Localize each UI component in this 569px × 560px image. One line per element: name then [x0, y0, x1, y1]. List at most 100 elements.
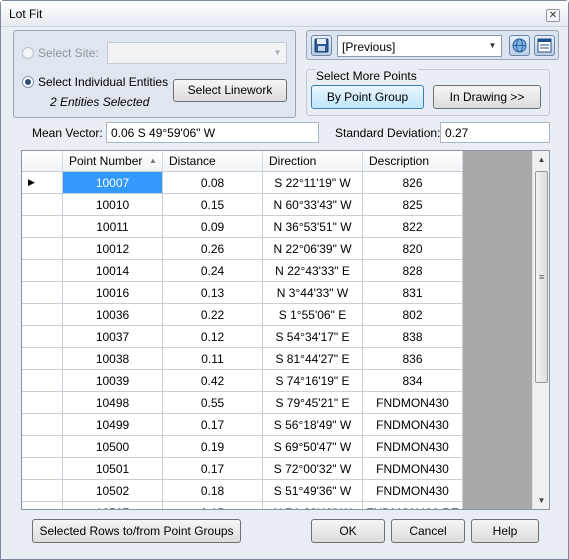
cell-point-number[interactable]: 10007: [63, 172, 163, 194]
cell-point-number[interactable]: 10499: [63, 414, 163, 436]
cell-distance[interactable]: 0.26: [163, 238, 263, 260]
cell-description[interactable]: FNDMON430 RE: [363, 502, 463, 509]
table-row[interactable]: 10014 0.24 N 22°43'33" E 828: [22, 260, 463, 282]
cell-distance[interactable]: 0.08: [163, 172, 263, 194]
cell-distance[interactable]: 0.15: [163, 194, 263, 216]
select-site-radio[interactable]: [22, 47, 34, 59]
row-header[interactable]: [22, 304, 63, 326]
row-header[interactable]: ▶: [22, 172, 63, 194]
cell-direction[interactable]: S 22°11'19" W: [263, 172, 363, 194]
cell-description[interactable]: 836: [363, 348, 463, 370]
cell-point-number[interactable]: 10010: [63, 194, 163, 216]
cell-point-number[interactable]: 10501: [63, 458, 163, 480]
cell-distance[interactable]: 0.42: [163, 370, 263, 392]
preset-dropdown[interactable]: [Previous] ▼: [337, 35, 502, 57]
row-header[interactable]: [22, 480, 63, 502]
cell-direction[interactable]: N 36°53'51" W: [263, 216, 363, 238]
row-header[interactable]: [22, 502, 63, 509]
cell-distance[interactable]: 0.09: [163, 216, 263, 238]
table-row[interactable]: 10038 0.11 S 81°44'27" E 836: [22, 348, 463, 370]
standard-deviation-field[interactable]: 0.27: [440, 122, 550, 143]
row-header[interactable]: [22, 326, 63, 348]
cell-description[interactable]: 820: [363, 238, 463, 260]
cell-direction[interactable]: S 81°44'27" E: [263, 348, 363, 370]
cell-direction[interactable]: S 69°50'47" W: [263, 436, 363, 458]
row-header[interactable]: [22, 436, 63, 458]
cell-point-number[interactable]: 10037: [63, 326, 163, 348]
row-header[interactable]: [22, 392, 63, 414]
cell-direction[interactable]: S 51°49'36" W: [263, 480, 363, 502]
cell-distance[interactable]: 0.24: [163, 260, 263, 282]
scroll-up-icon[interactable]: ▲: [533, 151, 549, 168]
row-header[interactable]: [22, 260, 63, 282]
cell-distance[interactable]: 0.22: [163, 304, 263, 326]
table-row[interactable]: 10039 0.42 S 74°16'19" E 834: [22, 370, 463, 392]
cell-description[interactable]: FNDMON430: [363, 414, 463, 436]
cell-point-number[interactable]: 10016: [63, 282, 163, 304]
cell-description[interactable]: 831: [363, 282, 463, 304]
cell-description[interactable]: 828: [363, 260, 463, 282]
cell-distance[interactable]: 0.11: [163, 348, 263, 370]
row-header[interactable]: [22, 348, 63, 370]
column-header-direction[interactable]: Direction: [263, 151, 363, 171]
table-row[interactable]: 105070.15N 74°38'49" WFNDMON430 RE: [22, 502, 463, 509]
cell-point-number[interactable]: 10038: [63, 348, 163, 370]
table-row[interactable]: 10011 0.09 N 36°53'51" W 822: [22, 216, 463, 238]
close-button[interactable]: ✕: [546, 9, 560, 22]
scrollbar-thumb[interactable]: ≡: [535, 171, 548, 383]
row-header[interactable]: [22, 282, 63, 304]
column-header-distance[interactable]: Distance: [163, 151, 263, 171]
cell-point-number[interactable]: 10039: [63, 370, 163, 392]
cell-description[interactable]: 825: [363, 194, 463, 216]
cell-description[interactable]: 838: [363, 326, 463, 348]
cell-direction[interactable]: N 22°43'33" E: [263, 260, 363, 282]
cell-description[interactable]: 826: [363, 172, 463, 194]
cell-distance[interactable]: 0.12: [163, 326, 263, 348]
table-row[interactable]: 10500 0.19 S 69°50'47" W FNDMON430: [22, 436, 463, 458]
mean-vector-field[interactable]: 0.06 S 49°59'06" W: [106, 122, 319, 143]
help-button[interactable]: Help: [471, 519, 539, 543]
column-header-point-number[interactable]: Point Number ▲: [63, 151, 163, 171]
in-drawing-button[interactable]: In Drawing >>: [433, 85, 541, 109]
select-linework-button[interactable]: Select Linework: [173, 79, 287, 102]
rows-to-point-groups-button[interactable]: Selected Rows to/from Point Groups: [32, 519, 241, 543]
cell-direction[interactable]: S 1°55'06" E: [263, 304, 363, 326]
cell-distance[interactable]: 0.13: [163, 282, 263, 304]
table-row[interactable]: 10012 0.26 N 22°06'39" W 820: [22, 238, 463, 260]
cell-distance[interactable]: 0.15: [163, 502, 263, 509]
points-grid[interactable]: Point Number ▲ Distance Direction Descri…: [21, 150, 550, 510]
cell-direction[interactable]: S 79°45'21" E: [263, 392, 363, 414]
table-row[interactable]: 10499 0.17 S 56°18'49" W FNDMON430: [22, 414, 463, 436]
table-row[interactable]: 10501 0.17 S 72°00'32" W FNDMON430: [22, 458, 463, 480]
cell-description[interactable]: FNDMON430: [363, 436, 463, 458]
table-row[interactable]: 10010 0.15 N 60°33'43" W 825: [22, 194, 463, 216]
list-view-button[interactable]: [534, 35, 555, 56]
cell-distance[interactable]: 0.55: [163, 392, 263, 414]
cell-direction[interactable]: S 56°18'49" W: [263, 414, 363, 436]
cell-distance[interactable]: 0.17: [163, 414, 263, 436]
column-header-description[interactable]: Description: [363, 151, 463, 171]
cell-direction[interactable]: N 74°38'49" W: [263, 502, 363, 509]
cell-point-number[interactable]: 10500: [63, 436, 163, 458]
site-dropdown[interactable]: ▼: [107, 42, 287, 64]
cell-point-number[interactable]: 10011: [63, 216, 163, 238]
table-row[interactable]: 10498 0.55 S 79°45'21" E FNDMON430: [22, 392, 463, 414]
cell-distance[interactable]: 0.18: [163, 480, 263, 502]
cell-point-number[interactable]: 10012: [63, 238, 163, 260]
cell-distance[interactable]: 0.17: [163, 458, 263, 480]
cell-direction[interactable]: S 74°16'19" E: [263, 370, 363, 392]
cell-description[interactable]: 822: [363, 216, 463, 238]
globe-button[interactable]: [509, 35, 530, 56]
row-header[interactable]: [22, 216, 63, 238]
cell-direction[interactable]: N 22°06'39" W: [263, 238, 363, 260]
vertical-scrollbar[interactable]: ▲ ≡ ▼: [532, 151, 549, 509]
table-row[interactable]: 10016 0.13 N 3°44'33" W 831: [22, 282, 463, 304]
save-preset-button[interactable]: [311, 35, 332, 56]
cell-direction[interactable]: S 54°34'17" E: [263, 326, 363, 348]
cell-point-number[interactable]: 10498: [63, 392, 163, 414]
cell-direction[interactable]: N 60°33'43" W: [263, 194, 363, 216]
cell-description[interactable]: 802: [363, 304, 463, 326]
table-row[interactable]: ▶ 10007 0.08 S 22°11'19" W 826: [22, 172, 463, 194]
cell-direction[interactable]: S 72°00'32" W: [263, 458, 363, 480]
cell-direction[interactable]: N 3°44'33" W: [263, 282, 363, 304]
